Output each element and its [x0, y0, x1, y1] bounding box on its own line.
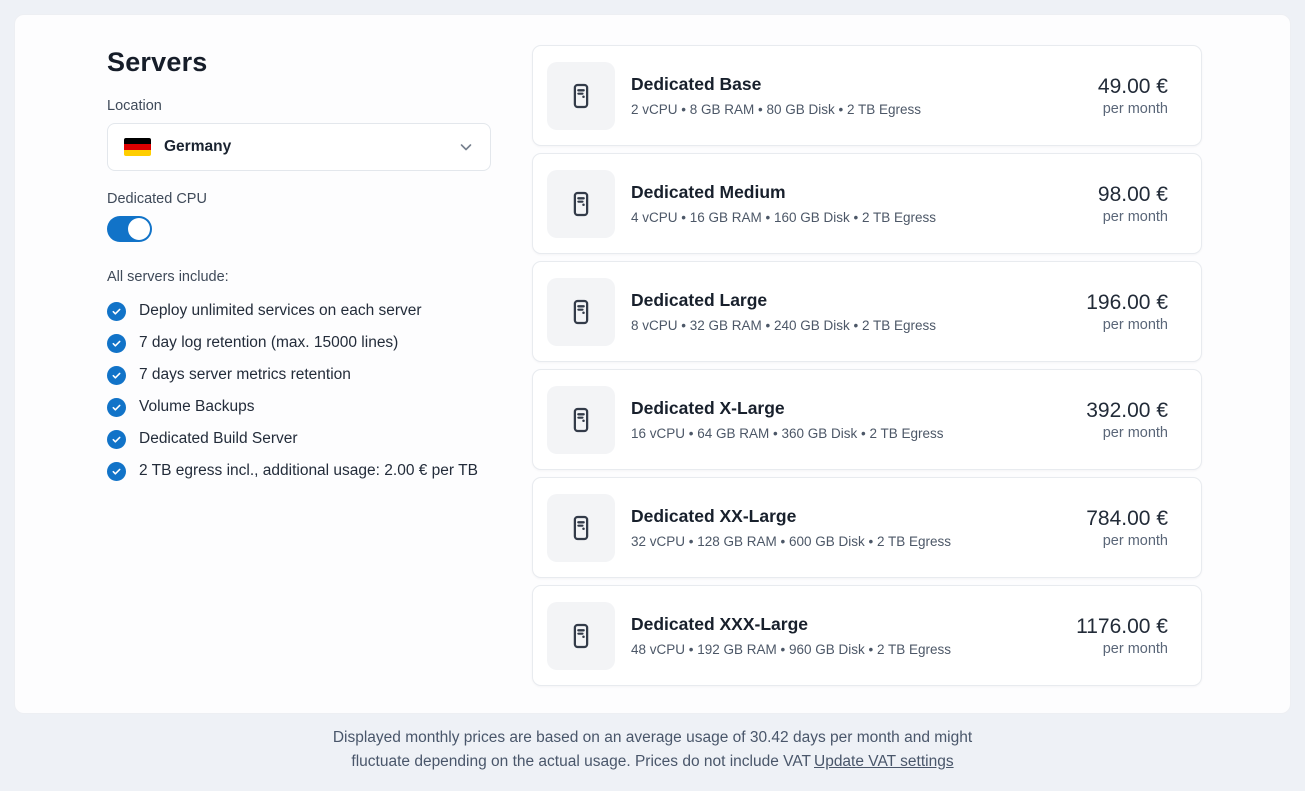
feature-text: Dedicated Build Server — [139, 427, 298, 451]
feature-item: Dedicated Build Server — [107, 427, 491, 451]
feature-list: Deploy unlimited services on each server… — [107, 299, 491, 483]
server-price: 784.00 € — [1086, 507, 1168, 531]
dedicated-cpu-label: Dedicated CPU — [107, 191, 491, 207]
server-specs: 16 vCPU • 64 GB RAM • 360 GB Disk • 2 TB… — [631, 426, 944, 441]
server-icon — [547, 278, 615, 346]
server-name: Dedicated Large — [631, 290, 936, 311]
feature-text: 7 day log retention (max. 15000 lines) — [139, 331, 398, 355]
price-period: per month — [1098, 101, 1168, 117]
check-circle-icon — [107, 334, 126, 353]
server-price: 98.00 € — [1098, 183, 1168, 207]
includes-label: All servers include: — [107, 269, 491, 285]
server-icon — [547, 170, 615, 238]
server-specs: 32 vCPU • 128 GB RAM • 600 GB Disk • 2 T… — [631, 534, 951, 549]
dedicated-cpu-toggle[interactable] — [107, 216, 152, 242]
server-icon — [547, 386, 615, 454]
feature-item: 2 TB egress incl., additional usage: 2.0… — [107, 459, 491, 483]
server-name: Dedicated Base — [631, 74, 921, 95]
server-price: 196.00 € — [1086, 291, 1168, 315]
server-price: 392.00 € — [1086, 399, 1168, 423]
server-card-dedicated-large[interactable]: Dedicated Large 8 vCPU • 32 GB RAM • 240… — [532, 261, 1202, 362]
server-list: Dedicated Base 2 vCPU • 8 GB RAM • 80 GB… — [532, 45, 1202, 693]
server-specs: 8 vCPU • 32 GB RAM • 240 GB Disk • 2 TB … — [631, 318, 936, 333]
price-period: per month — [1076, 641, 1168, 657]
filters-panel: Servers Location Germany Dedicated CPU A… — [107, 47, 491, 491]
feature-text: Volume Backups — [139, 395, 254, 419]
server-price: 49.00 € — [1098, 75, 1168, 99]
feature-text: Deploy unlimited services on each server — [139, 299, 422, 323]
server-name: Dedicated X-Large — [631, 398, 944, 419]
toggle-knob — [128, 218, 150, 240]
server-card-dedicated-base[interactable]: Dedicated Base 2 vCPU • 8 GB RAM • 80 GB… — [532, 45, 1202, 146]
server-card-dedicated-xx-large[interactable]: Dedicated XX-Large 32 vCPU • 128 GB RAM … — [532, 477, 1202, 578]
price-period: per month — [1098, 209, 1168, 225]
feature-item: Deploy unlimited services on each server — [107, 299, 491, 323]
server-card-dedicated-x-large[interactable]: Dedicated X-Large 16 vCPU • 64 GB RAM • … — [532, 369, 1202, 470]
check-circle-icon — [107, 462, 126, 481]
server-specs: 4 vCPU • 16 GB RAM • 160 GB Disk • 2 TB … — [631, 210, 936, 225]
germany-flag-icon — [124, 138, 151, 156]
price-period: per month — [1086, 317, 1168, 333]
feature-text: 7 days server metrics retention — [139, 363, 351, 387]
server-specs: 2 vCPU • 8 GB RAM • 80 GB Disk • 2 TB Eg… — [631, 102, 921, 117]
check-circle-icon — [107, 430, 126, 449]
feature-item: Volume Backups — [107, 395, 491, 419]
server-price: 1176.00 € — [1076, 615, 1168, 639]
feature-item: 7 days server metrics retention — [107, 363, 491, 387]
update-vat-link[interactable]: Update VAT settings — [814, 753, 954, 770]
feature-item: 7 day log retention (max. 15000 lines) — [107, 331, 491, 355]
server-icon — [547, 602, 615, 670]
location-label: Location — [107, 98, 491, 114]
server-card-dedicated-medium[interactable]: Dedicated Medium 4 vCPU • 16 GB RAM • 16… — [532, 153, 1202, 254]
main-container: Servers Location Germany Dedicated CPU A… — [14, 14, 1291, 714]
price-period: per month — [1086, 533, 1168, 549]
server-icon — [547, 494, 615, 562]
chevron-down-icon — [458, 139, 474, 155]
server-name: Dedicated Medium — [631, 182, 936, 203]
server-name: Dedicated XXX-Large — [631, 614, 951, 635]
check-circle-icon — [107, 398, 126, 417]
price-period: per month — [1086, 425, 1168, 441]
page-title: Servers — [107, 47, 491, 78]
check-circle-icon — [107, 302, 126, 321]
server-name: Dedicated XX-Large — [631, 506, 951, 527]
server-specs: 48 vCPU • 192 GB RAM • 960 GB Disk • 2 T… — [631, 642, 951, 657]
location-value: Germany — [164, 138, 231, 156]
check-circle-icon — [107, 366, 126, 385]
server-card-dedicated-xxx-large[interactable]: Dedicated XXX-Large 48 vCPU • 192 GB RAM… — [532, 585, 1202, 686]
location-select[interactable]: Germany — [107, 123, 491, 171]
server-icon — [547, 62, 615, 130]
feature-text: 2 TB egress incl., additional usage: 2.0… — [139, 459, 478, 483]
pricing-note: Displayed monthly prices are based on an… — [0, 726, 1305, 774]
